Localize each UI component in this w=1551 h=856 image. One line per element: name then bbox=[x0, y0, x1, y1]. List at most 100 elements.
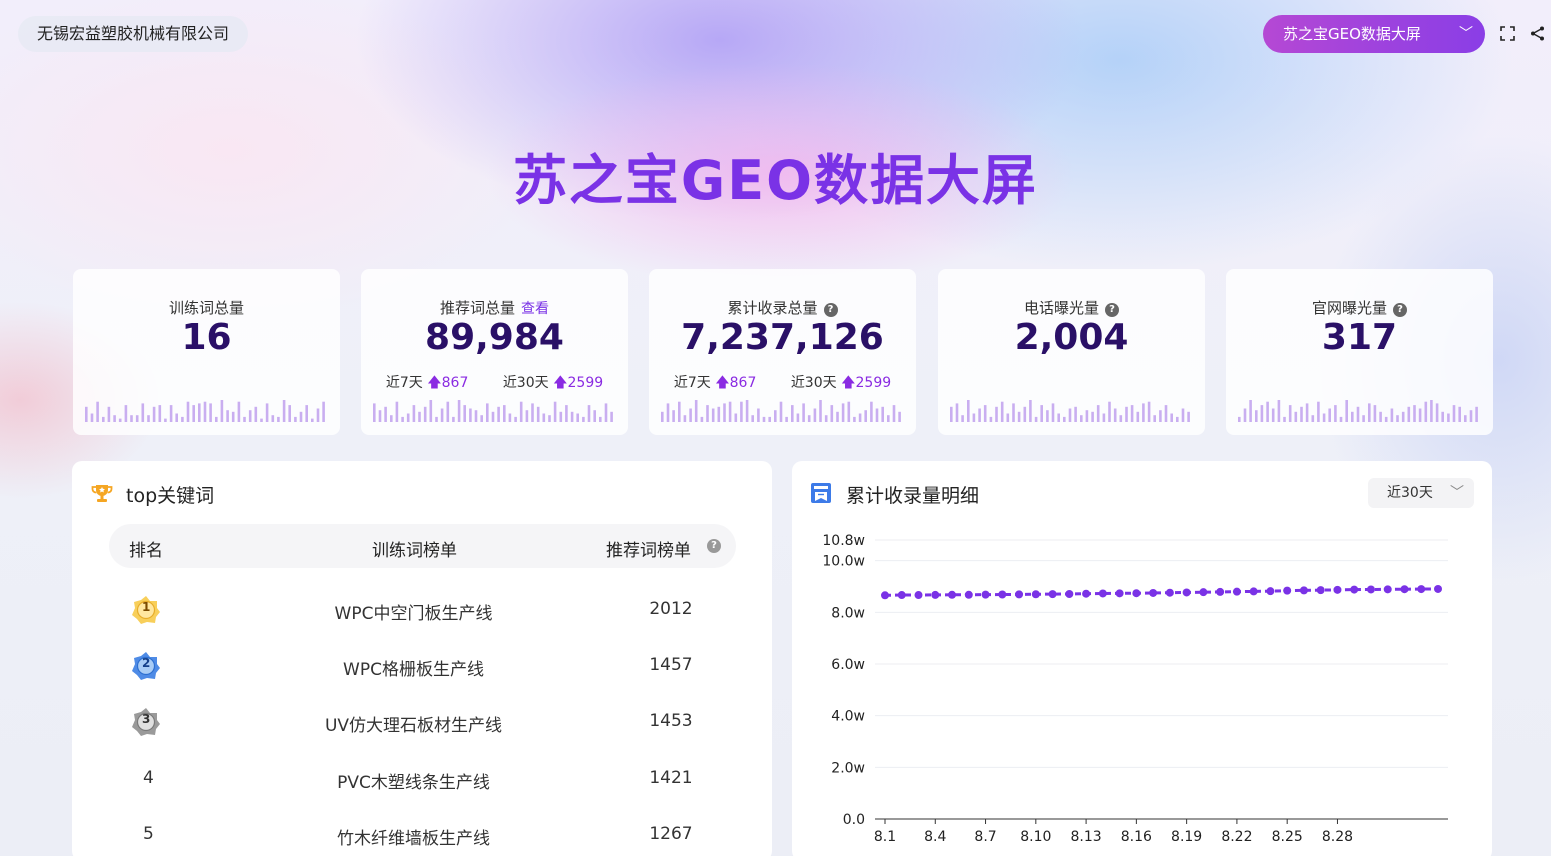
spark-bar bbox=[683, 415, 687, 422]
x-tick-label: 8.4 bbox=[924, 829, 946, 845]
x-tick-label: 8.28 bbox=[1322, 829, 1353, 845]
spark-bar bbox=[531, 403, 534, 422]
spark-bar bbox=[819, 400, 822, 422]
arrow-up-icon: 🡅 bbox=[553, 375, 568, 391]
spark-bar bbox=[582, 416, 585, 422]
spark-bar bbox=[1176, 416, 1179, 422]
table-row[interactable]: 3 UV仿大理石板材生产线 1453 bbox=[109, 701, 736, 741]
screen-selector[interactable]: 苏之宝GEO数据大屏 ﹀ bbox=[1263, 15, 1485, 53]
spark-bar bbox=[1074, 406, 1077, 422]
spark-bar bbox=[1096, 405, 1100, 422]
spark-bar bbox=[678, 401, 681, 422]
stat-card-phone-exposure: 电话曝光量? 2,004 bbox=[938, 269, 1205, 435]
data-point bbox=[897, 591, 906, 600]
spark-bar bbox=[497, 406, 500, 422]
spark-bar bbox=[1373, 405, 1377, 422]
fullscreen-icon[interactable] bbox=[1500, 26, 1515, 41]
data-point bbox=[1299, 586, 1308, 595]
spark-bar bbox=[672, 410, 675, 422]
rank-number: 4 bbox=[143, 768, 154, 788]
spark-bar bbox=[875, 408, 879, 422]
spark-bar bbox=[390, 415, 393, 422]
spark-bar bbox=[1283, 416, 1286, 422]
spark-bar bbox=[898, 411, 901, 422]
stat-label: 电话曝光量 bbox=[1023, 299, 1099, 317]
x-tick-label: 8.1 bbox=[874, 829, 896, 845]
stat-trend: 近7天 🡅867 近30天 🡅2599 bbox=[649, 372, 916, 396]
spark-bar bbox=[514, 416, 517, 422]
company-name-pill[interactable]: 无锡宏益塑胶机械有限公司 bbox=[18, 16, 249, 52]
spark-bar bbox=[1452, 405, 1456, 422]
table-row[interactable]: 2 WPC格栅板生产线 1457 bbox=[109, 645, 736, 685]
spark-bar bbox=[1288, 405, 1292, 422]
spark-bar bbox=[1159, 410, 1162, 422]
spark-bar bbox=[463, 405, 466, 422]
spark-bar bbox=[1384, 416, 1388, 422]
spark-bar bbox=[1396, 415, 1399, 422]
spark-bar bbox=[824, 415, 828, 422]
spark-bar bbox=[1407, 406, 1411, 422]
spark-bar bbox=[1447, 413, 1450, 422]
spark-bar bbox=[1300, 406, 1303, 422]
spark-bar bbox=[717, 406, 721, 422]
table-row[interactable]: 1 WPC中空门板生产线 2012 bbox=[109, 589, 736, 629]
spark-bar bbox=[570, 411, 574, 422]
share-icon[interactable] bbox=[1530, 26, 1545, 41]
spark-bar bbox=[457, 400, 461, 422]
spark-bar bbox=[1164, 405, 1168, 422]
spark-bar bbox=[1125, 406, 1128, 422]
spark-bar bbox=[587, 405, 591, 422]
column-header-rank: 排名 bbox=[129, 541, 163, 561]
spark-bar bbox=[141, 403, 145, 422]
spark-bar bbox=[1238, 416, 1241, 422]
spark-bar bbox=[661, 411, 664, 422]
spark-bar bbox=[288, 405, 291, 422]
table-row[interactable]: 5 竹木纤维墙板生产线 1267 bbox=[109, 814, 736, 854]
spark-bar bbox=[1130, 405, 1134, 422]
data-point bbox=[948, 590, 957, 599]
table-header: 排名 训练词榜单 推荐词榜单 ? bbox=[109, 524, 736, 568]
spark-bar bbox=[1368, 403, 1371, 422]
spark-bar bbox=[384, 406, 387, 422]
data-point bbox=[881, 591, 889, 600]
spark-bar bbox=[1260, 405, 1264, 422]
spark-bar bbox=[198, 403, 201, 422]
spark-bar bbox=[1023, 406, 1027, 422]
spark-bar bbox=[299, 411, 303, 422]
spark-bar bbox=[1390, 408, 1394, 422]
spark-bar bbox=[469, 408, 472, 422]
spark-bar bbox=[1119, 415, 1123, 422]
spark-bar bbox=[96, 401, 99, 422]
trend-30d-label: 近30天 bbox=[790, 375, 837, 391]
spark-bar bbox=[536, 406, 540, 422]
help-icon[interactable]: ? bbox=[823, 303, 838, 317]
spark-bar bbox=[813, 408, 817, 422]
spark-bar bbox=[565, 405, 568, 422]
y-tick-label: 2.0w bbox=[831, 760, 865, 776]
spark-bar bbox=[215, 416, 218, 422]
data-point bbox=[1048, 590, 1057, 599]
spark-bar bbox=[1255, 410, 1258, 422]
spark-bar bbox=[508, 413, 512, 422]
spark-bar bbox=[181, 416, 184, 422]
table-row[interactable]: 4 PVC木塑线条生产线 1421 bbox=[109, 758, 736, 798]
spark-bar bbox=[1469, 410, 1473, 422]
spark-bar bbox=[316, 408, 320, 422]
view-link[interactable]: 查看 bbox=[521, 301, 549, 317]
spark-bar bbox=[203, 401, 207, 422]
spark-bar bbox=[311, 418, 314, 422]
spark-bar bbox=[1464, 415, 1467, 422]
spark-bar bbox=[1006, 413, 1010, 422]
spark-bar bbox=[503, 405, 506, 422]
spark-bar bbox=[599, 416, 602, 422]
help-icon[interactable]: ? bbox=[707, 539, 721, 553]
data-point bbox=[1216, 587, 1225, 596]
spark-bar bbox=[1362, 415, 1365, 422]
help-icon[interactable]: ? bbox=[1393, 303, 1407, 317]
spark-bar bbox=[525, 410, 529, 422]
spark-bar bbox=[950, 406, 953, 422]
help-icon[interactable]: ? bbox=[1105, 303, 1119, 317]
spark-bar bbox=[265, 403, 269, 422]
spark-bar bbox=[1142, 403, 1145, 422]
spark-bar bbox=[491, 411, 495, 422]
